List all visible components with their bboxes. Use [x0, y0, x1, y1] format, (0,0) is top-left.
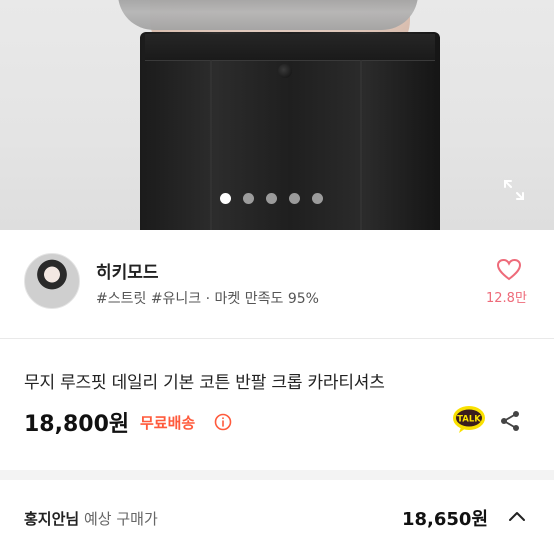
expected-price: 18,650원: [402, 509, 489, 530]
svg-text:TALK: TALK: [457, 415, 481, 425]
section-divider: [0, 470, 554, 480]
product-title: 무지 루즈핏 데일리 기본 코튼 반팔 크롭 카라티셔츠: [24, 373, 385, 393]
pagination-dot[interactable]: [243, 193, 254, 204]
expand-icon[interactable]: [502, 178, 526, 202]
seller-tags: #스트릿 #유니크 · 마켓 만족도 95%: [96, 291, 319, 307]
free-shipping-label: 무료배송: [140, 414, 196, 432]
model-shirt: [118, 0, 418, 30]
seller-name[interactable]: 히키모드: [96, 258, 159, 283]
pants-button: [278, 64, 292, 78]
product-price: 18,800원: [24, 412, 130, 437]
expected-price-label: 홍지안님 예상 구매가: [24, 508, 158, 529]
share-icon[interactable]: [498, 409, 522, 433]
pants-pleat: [360, 60, 362, 230]
pagination-dot[interactable]: [312, 193, 323, 204]
like-count: 12.8만: [486, 291, 527, 306]
pants-waistband: [145, 34, 435, 61]
info-icon[interactable]: [214, 413, 232, 431]
pagination-dot[interactable]: [220, 193, 231, 204]
pagination-dot[interactable]: [289, 193, 300, 204]
kakao-talk-icon[interactable]: TALK: [452, 405, 486, 435]
pants-pleat: [210, 60, 212, 230]
seller-avatar[interactable]: [24, 253, 80, 309]
pagination-dot[interactable]: [266, 193, 277, 204]
heart-icon[interactable]: [496, 258, 522, 282]
divider: [0, 338, 554, 339]
chevron-up-icon[interactable]: [506, 508, 528, 524]
image-pagination: [220, 193, 323, 204]
user-name: 홍지안님: [24, 510, 80, 528]
expected-label: 예상 구매가: [83, 510, 158, 528]
